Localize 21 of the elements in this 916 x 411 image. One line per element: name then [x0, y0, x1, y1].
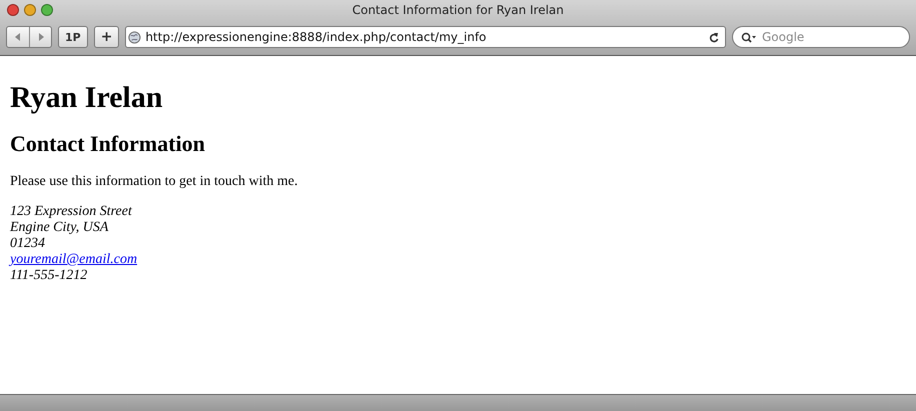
close-icon[interactable]	[7, 4, 19, 16]
search-bar[interactable]: Google	[732, 26, 910, 48]
bookmarklet-button[interactable]: 1P	[58, 26, 88, 48]
address-line: Engine City, USA	[10, 220, 108, 236]
intro-text: Please use this information to get in touch with me.	[10, 174, 299, 190]
zoom-icon[interactable]	[41, 4, 53, 16]
window-title: Contact Information for Ryan Irelan	[352, 2, 564, 16]
globe-icon	[128, 30, 142, 44]
address-line: 123 Expression Street	[10, 204, 132, 220]
right-arrow-icon	[36, 33, 44, 41]
address-line: 01234	[10, 236, 45, 252]
reload-icon[interactable]	[709, 32, 719, 42]
email-link[interactable]: youremail@email.com	[10, 252, 138, 268]
add-bookmark-button[interactable]: +	[94, 26, 120, 48]
search-icon	[741, 32, 757, 42]
address-line: 111-555-1212	[10, 268, 88, 284]
address-bar[interactable]: http://expressionengine:8888/index.php/contact/my_info	[125, 26, 726, 48]
left-arrow-icon	[14, 33, 22, 41]
section-heading: Contact Information	[10, 130, 206, 158]
page-heading: Ryan Irelan	[10, 80, 164, 116]
minimize-icon[interactable]	[24, 4, 36, 16]
